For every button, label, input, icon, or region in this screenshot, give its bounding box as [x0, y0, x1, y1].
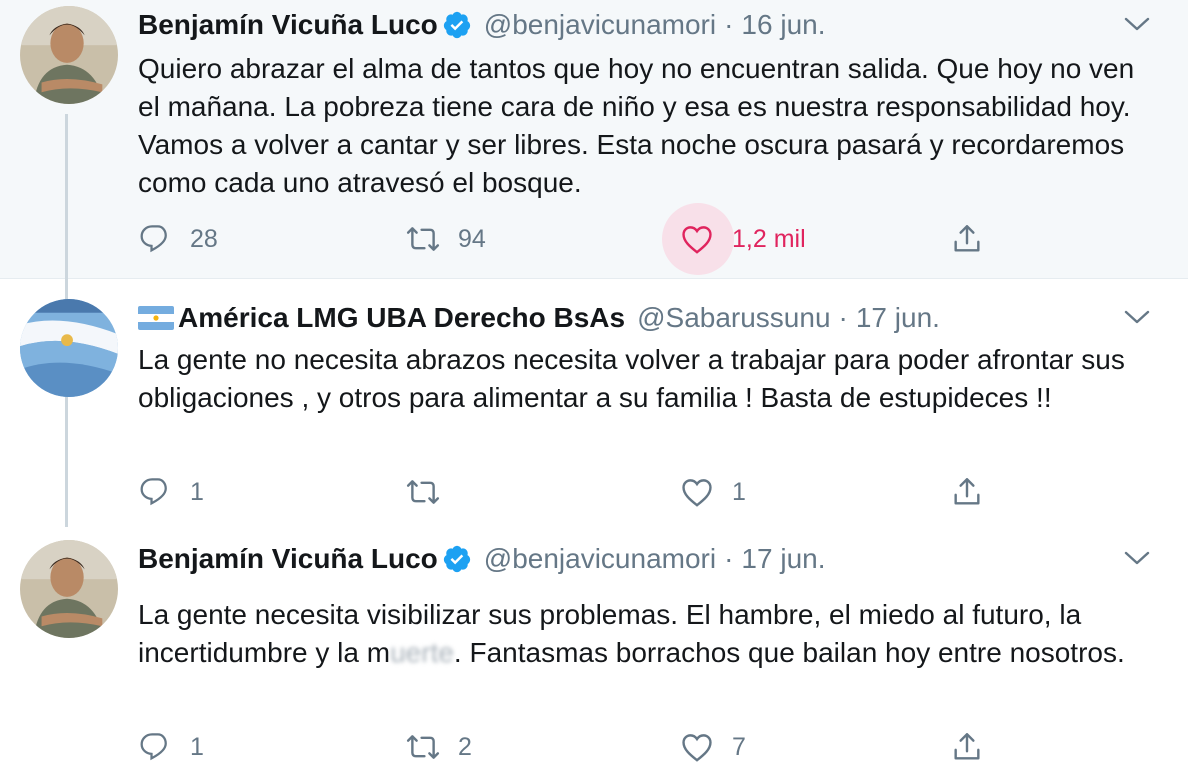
- separator: ·: [724, 543, 734, 574]
- like-button[interactable]: 7: [680, 727, 746, 767]
- tweet-header: Benjamín Vicuña Luco @benjavicunamori · …: [138, 542, 826, 576]
- like-button[interactable]: 1,2 mil: [680, 219, 806, 259]
- avatar-benjamin[interactable]: [20, 6, 118, 104]
- tweet-2[interactable]: América LMG UBA Derecho BsAs @Sabarussun…: [0, 279, 1188, 534]
- chevron-down-icon[interactable]: [1124, 309, 1150, 325]
- reply-button[interactable]: 1: [138, 472, 204, 512]
- tweet-date[interactable]: 17 jun.: [741, 543, 825, 575]
- author-name[interactable]: Benjamín Vicuña Luco: [138, 543, 438, 575]
- separator: ·: [838, 302, 848, 333]
- retweet-icon: [406, 475, 440, 509]
- share-icon: [950, 475, 984, 509]
- verified-badge-icon: [442, 544, 472, 574]
- tweet-actions: 1 1: [138, 472, 1158, 512]
- thread-line: [65, 114, 68, 279]
- share-icon: [950, 730, 984, 764]
- author-handle[interactable]: @benjavicunamori: [484, 543, 716, 575]
- retweet-button[interactable]: 94: [406, 219, 486, 259]
- verified-badge-icon: [442, 10, 472, 40]
- author-name[interactable]: Benjamín Vicuña Luco: [138, 9, 438, 41]
- retweet-button[interactable]: 2: [406, 727, 472, 767]
- tweet-header: América LMG UBA Derecho BsAs @Sabarussun…: [138, 301, 940, 335]
- author-handle[interactable]: @Sabarussunu: [637, 302, 830, 334]
- reply-count: 28: [190, 224, 218, 253]
- separator: ·: [724, 9, 734, 40]
- tweet-actions: 1 2 7: [138, 727, 1158, 767]
- share-button[interactable]: [950, 472, 984, 512]
- reply-button[interactable]: 1: [138, 727, 204, 767]
- like-button[interactable]: 1: [680, 472, 746, 512]
- tweet-date[interactable]: 16 jun.: [741, 9, 825, 41]
- retweet-button[interactable]: [406, 472, 458, 512]
- retweet-icon: [406, 222, 440, 256]
- chevron-down-icon[interactable]: [1124, 550, 1150, 566]
- share-button[interactable]: [950, 727, 984, 767]
- author-handle[interactable]: @benjavicunamori: [484, 9, 716, 41]
- tweet-header: Benjamín Vicuña Luco @benjavicunamori · …: [138, 8, 826, 42]
- tweet-date[interactable]: 17 jun.: [856, 302, 940, 334]
- like-icon: [680, 730, 714, 764]
- tweet-actions: 28 94 1,2 mil: [138, 203, 1158, 275]
- reply-count: 1: [190, 477, 204, 506]
- avatar-america[interactable]: [20, 299, 118, 397]
- chevron-down-icon[interactable]: [1124, 16, 1150, 32]
- tweet-1[interactable]: Benjamín Vicuña Luco @benjavicunamori · …: [0, 0, 1188, 279]
- share-icon: [950, 222, 984, 256]
- tweet-3[interactable]: Benjamín Vicuña Luco @benjavicunamori · …: [0, 534, 1188, 778]
- retweet-icon: [406, 730, 440, 764]
- argentina-flag-icon: [138, 306, 174, 330]
- tweet-text: La gente necesita visibilizar sus proble…: [138, 596, 1158, 672]
- tweet-text-obscured: uerte: [390, 637, 454, 668]
- retweet-count: 2: [458, 732, 472, 761]
- avatar-benjamin[interactable]: [20, 540, 118, 638]
- reply-icon: [138, 475, 172, 509]
- reply-count: 1: [190, 732, 204, 761]
- like-count: 1,2 mil: [732, 224, 806, 253]
- like-icon: [680, 222, 714, 256]
- reply-icon: [138, 730, 172, 764]
- tweet-text-part: . Fantasmas borrachos que bailan hoy ent…: [453, 637, 1125, 668]
- reply-button[interactable]: 28: [138, 219, 218, 259]
- like-count: 7: [732, 732, 746, 761]
- author-name[interactable]: América LMG UBA Derecho BsAs: [178, 302, 625, 334]
- share-button[interactable]: [950, 219, 984, 259]
- like-count: 1: [732, 477, 746, 506]
- tweet-text: La gente no necesita abrazos necesita vo…: [138, 344, 1125, 413]
- retweet-count: 94: [458, 224, 486, 253]
- like-icon: [680, 475, 714, 509]
- reply-icon: [138, 222, 172, 256]
- tweet-text: Quiero abrazar el alma de tantos que hoy…: [138, 53, 1135, 198]
